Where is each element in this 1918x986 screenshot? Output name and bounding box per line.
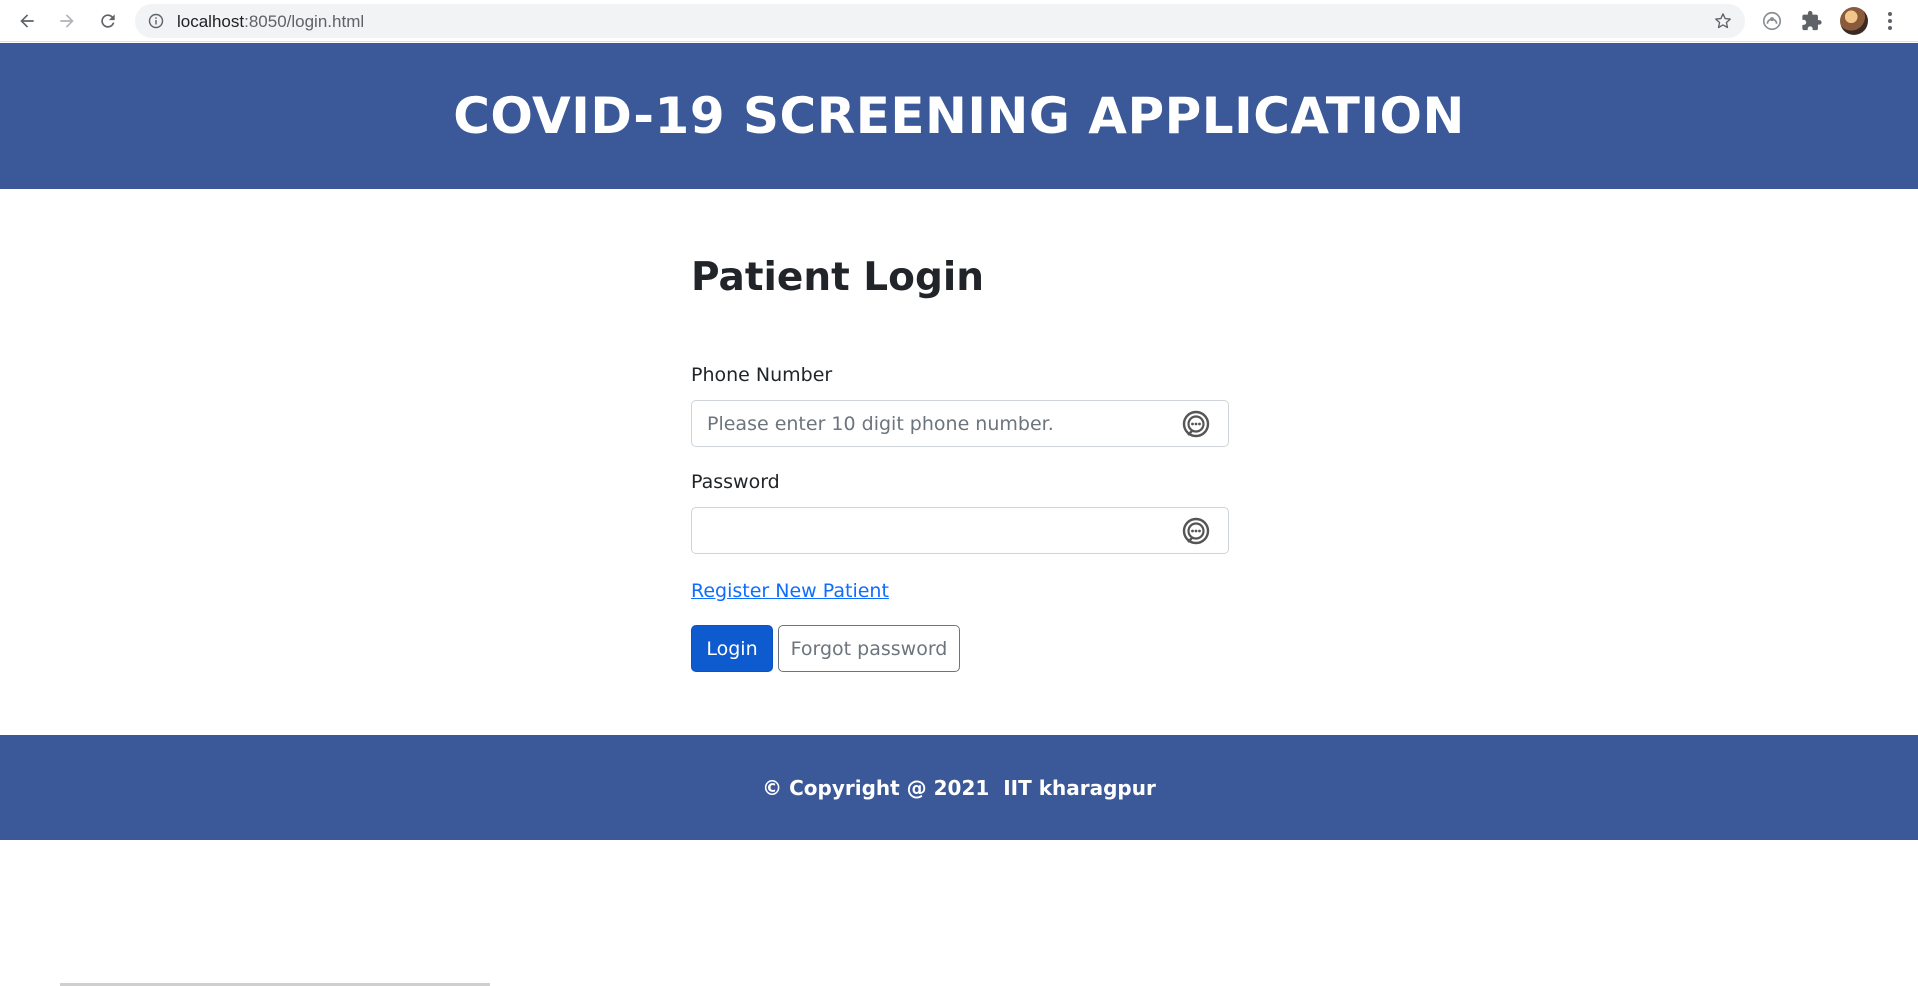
password-manager-icon[interactable]: [1180, 409, 1212, 441]
copyright-text: © Copyright @ 2021 IIT kharagpur: [762, 775, 1156, 800]
phone-label: Phone Number: [691, 364, 833, 386]
password-manager-icon[interactable]: [1180, 516, 1212, 548]
password-input[interactable]: [692, 508, 1228, 553]
phone-field-wrapper: [691, 400, 1229, 447]
url-host: localhost: [177, 12, 245, 31]
password-label: Password: [691, 471, 780, 493]
password-field-wrapper: [691, 507, 1229, 554]
avatar[interactable]: [1840, 7, 1868, 35]
info-icon[interactable]: [148, 13, 164, 29]
forward-button[interactable]: [52, 6, 82, 36]
site-title: COVID-19 SCREENING APPLICATION: [453, 87, 1465, 145]
register-new-patient-link[interactable]: Register New Patient: [691, 580, 889, 602]
page-title: Patient Login: [691, 255, 984, 300]
reload-icon: [101, 14, 115, 28]
reload-button[interactable]: [93, 6, 123, 36]
back-button[interactable]: [12, 6, 42, 36]
forward-arrow-icon: [60, 14, 74, 28]
login-button[interactable]: Login: [691, 625, 773, 672]
account-icon[interactable]: [1761, 10, 1783, 32]
phone-input[interactable]: [692, 401, 1228, 446]
star-icon[interactable]: [1713, 11, 1733, 31]
puzzle-icon[interactable]: [1801, 10, 1823, 32]
address-bar[interactable]: localhost:8050/login.html: [135, 4, 1745, 38]
menu-dots-icon[interactable]: [1885, 10, 1895, 32]
site-footer: © Copyright @ 2021 IIT kharagpur: [0, 735, 1918, 840]
url-path: :8050/login.html: [244, 12, 365, 31]
forgot-password-button[interactable]: Forgot password: [778, 625, 960, 672]
site-header: COVID-19 SCREENING APPLICATION: [0, 43, 1918, 189]
url-text: localhost:8050/login.html: [177, 12, 364, 32]
browser-toolbar: localhost:8050/login.html: [0, 0, 1918, 42]
back-arrow-icon: [20, 14, 34, 28]
